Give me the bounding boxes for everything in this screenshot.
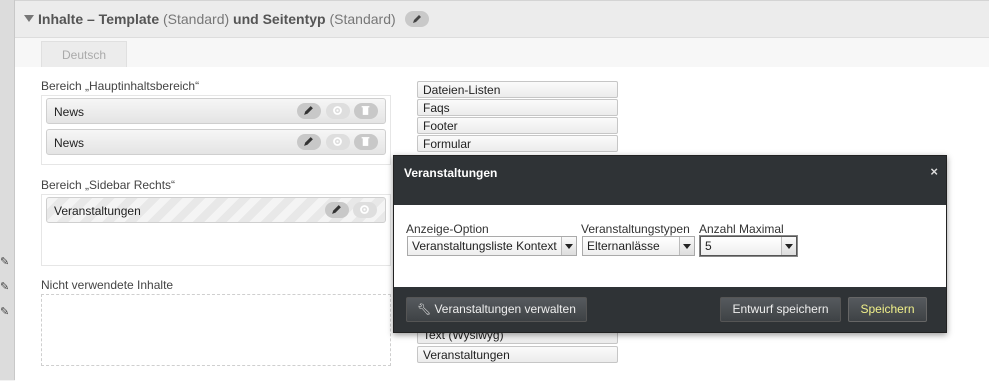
dialog-header: Veranstaltungen × [394,156,946,205]
manage-events-button[interactable]: 🔧︎ Veranstaltungen verwalten [406,297,587,322]
chevron-down-icon [561,237,576,255]
gear-icon [360,205,369,214]
tab-deutsch[interactable]: Deutsch [41,41,127,68]
settings-item-button[interactable] [326,103,350,119]
list-item[interactable]: Formular [417,135,618,152]
gear-icon [333,106,342,115]
area-label-main: Bereich „Hauptinhaltsbereich“ [41,79,200,93]
chevron-down-icon [679,237,694,255]
list-item[interactable]: Faqs [417,99,618,116]
save-button[interactable]: Speichern [848,297,927,322]
area-label-sidebar: Bereich „Sidebar Rechts“ [41,178,176,192]
pencil-icon [304,106,313,115]
section-header[interactable]: Inhalte – Template (Standard) und Seiten… [15,1,989,38]
max-count-label: Anzahl Maximal [699,222,784,236]
edit-item-button[interactable] [297,103,321,119]
pencil-icon [412,15,421,24]
close-icon[interactable]: × [930,164,938,179]
settings-item-button[interactable] [326,134,350,150]
content-item-veranstaltungen[interactable]: Veranstaltungen [46,197,386,223]
edit-icon[interactable]: ✎ [0,256,10,268]
save-draft-button[interactable]: Entwurf speichern [720,297,841,322]
event-types-label: Veranstaltungstypen [581,222,690,236]
list-item[interactable]: Dateien-Listen [417,81,618,98]
display-option-label: Anzeige-Option [406,222,489,236]
delete-item-button[interactable] [354,134,378,150]
event-types-select[interactable]: Elternanlässe [582,236,695,256]
trash-icon [361,106,370,115]
unused-content-dropzone[interactable] [41,294,391,366]
list-item[interactable]: Veranstaltungen [417,346,618,363]
left-sidebar-strip: ✎ ✎ ✎ [0,0,15,380]
pencil-icon [304,137,313,146]
edit-icon[interactable]: ✎ [0,306,10,318]
collapse-triangle-icon[interactable] [24,15,34,22]
list-item[interactable]: Footer [417,117,618,134]
max-count-select[interactable]: 5 [699,235,798,257]
edit-item-button[interactable] [297,134,321,150]
edit-icon[interactable]: ✎ [0,281,10,293]
display-option-select[interactable]: Veranstaltungsliste Kontext [407,236,577,256]
gear-icon [333,137,342,146]
content-item-news-1[interactable]: News [46,98,386,124]
content-item-news-2[interactable]: News [46,129,386,155]
area-label-unused: Nicht verwendete Inhalte [41,278,174,292]
dialog-title: Veranstaltungen [404,166,498,180]
delete-item-button[interactable] [354,103,378,119]
settings-item-button[interactable] [353,202,377,218]
pencil-icon [332,205,341,214]
chevron-down-icon [781,237,796,255]
trash-icon [361,137,370,146]
edit-template-button[interactable] [404,11,429,28]
section-title: Inhalte – Template (Standard) und Seiten… [38,11,429,28]
wrench-icon: 🔧︎ [417,304,432,316]
edit-item-button[interactable] [325,202,349,218]
veranstaltungen-dialog: Veranstaltungen × Anzeige-Option Veranst… [393,155,947,333]
